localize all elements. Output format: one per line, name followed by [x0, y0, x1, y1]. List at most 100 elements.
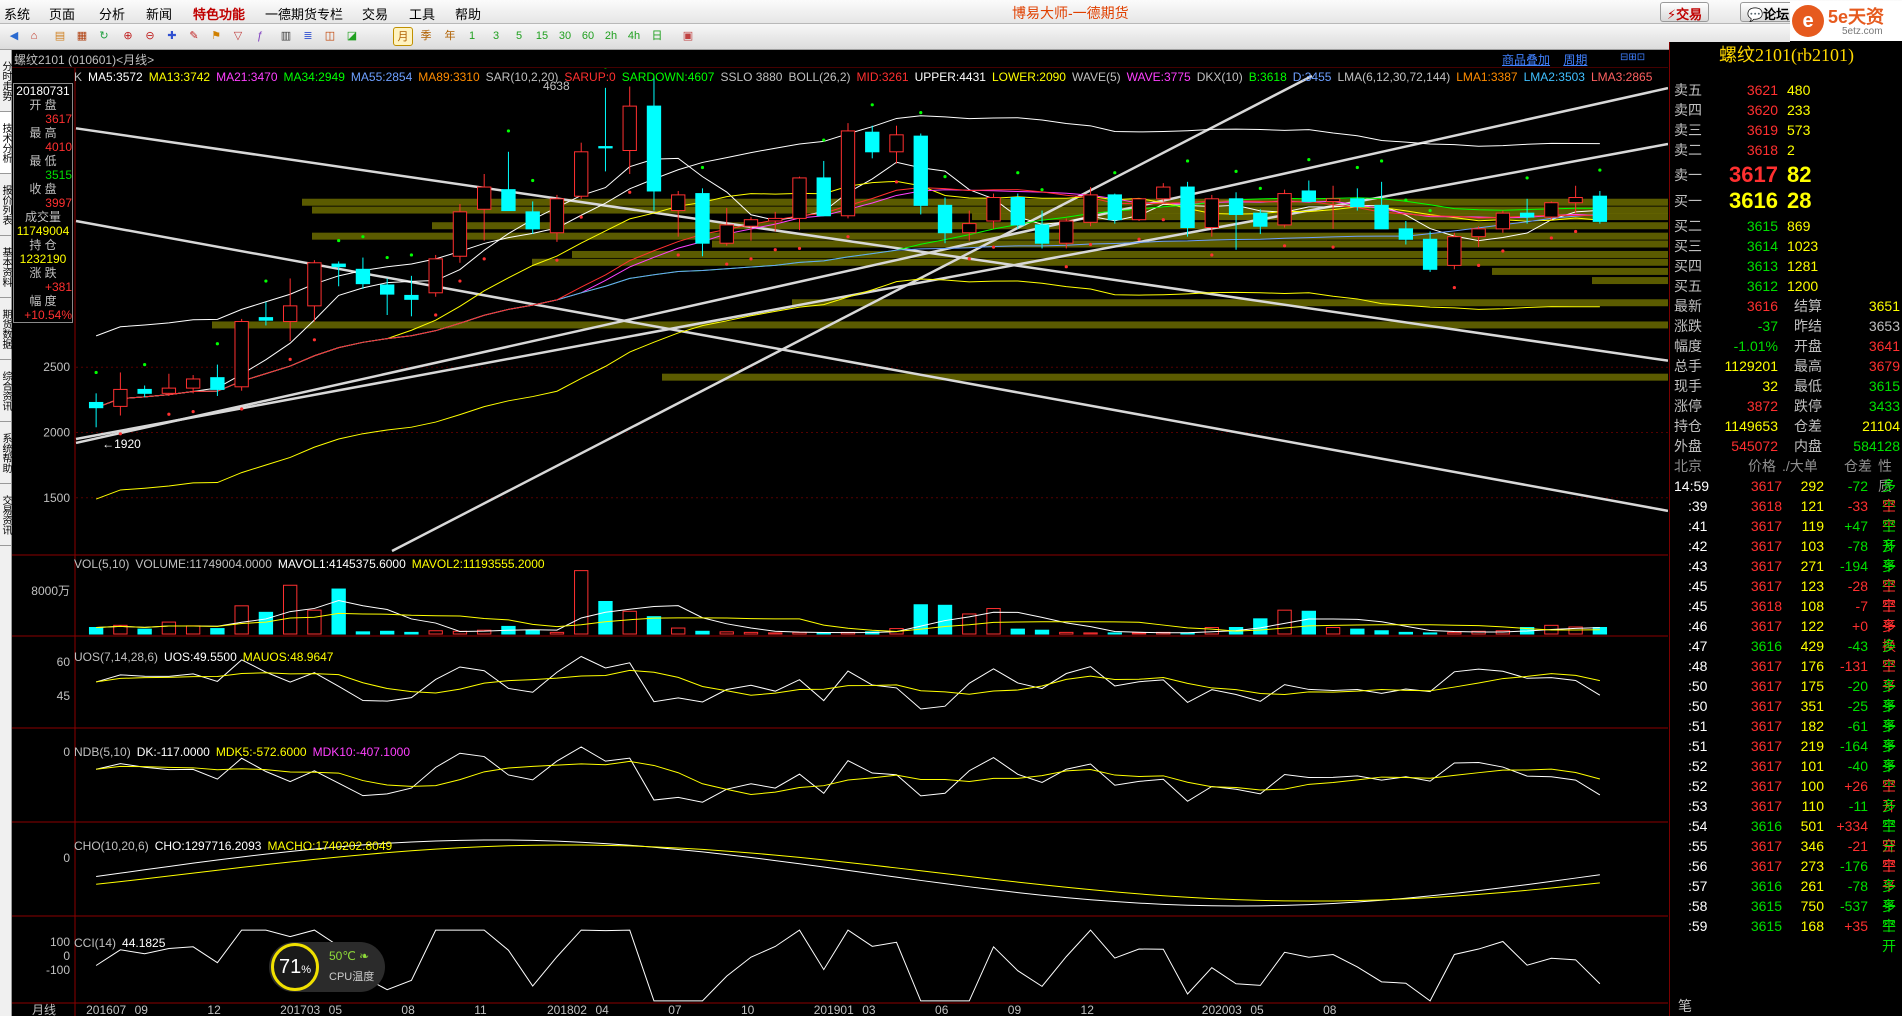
candle-body[interactable] [1156, 186, 1171, 200]
menu-special[interactable]: 特色功能 [193, 4, 245, 23]
candle-body[interactable] [1374, 204, 1389, 230]
refresh-icon[interactable]: ↻ [94, 27, 114, 46]
period-2h[interactable]: 2h [601, 27, 621, 46]
volume-bar[interactable] [1374, 630, 1389, 635]
volume-bar[interactable] [1131, 632, 1147, 635]
candle-body[interactable] [113, 388, 128, 407]
candle-body[interactable] [1083, 194, 1098, 223]
volume-bar[interactable] [88, 627, 104, 635]
volume-bar[interactable] [549, 631, 565, 635]
candle-body[interactable] [768, 217, 783, 222]
calculator-icon[interactable]: ▣ [678, 27, 698, 46]
draw-icon[interactable]: ✎ [184, 27, 204, 46]
period-month[interactable]: 月 [393, 27, 413, 46]
candle-body[interactable] [646, 105, 662, 192]
candle-body[interactable] [1350, 198, 1365, 208]
candle-body[interactable] [962, 223, 977, 234]
filter-icon[interactable]: ▽ [228, 27, 248, 46]
cpu-gauge-widget[interactable]: 71% 50℃ ❧ CPU温度 [269, 942, 385, 992]
volume-bar[interactable] [1350, 628, 1365, 635]
candle-body[interactable] [404, 294, 419, 300]
candle-body[interactable] [380, 284, 395, 295]
volume-bar[interactable] [137, 628, 152, 635]
candle-body[interactable] [792, 177, 807, 219]
candle-body[interactable] [913, 135, 928, 206]
candle-body[interactable] [1301, 190, 1316, 202]
volume-bar[interactable] [646, 616, 662, 635]
volume-bar[interactable] [1398, 631, 1414, 635]
candle-body[interactable] [840, 130, 856, 217]
volume-bar[interactable] [331, 588, 346, 635]
chart-area[interactable]: 2500 2000 1500 4638 ←1920 8000万 60 45 0 0 100 0 -100… [12, 68, 1668, 1016]
candle-body[interactable] [695, 193, 710, 244]
volume-bar[interactable] [1059, 631, 1074, 635]
kline-chart-svg[interactable]: 2500200015004638←19208000万6045001000-100… [12, 68, 1668, 1016]
back-icon[interactable]: ◀ [4, 27, 24, 46]
menu-tools[interactable]: 工具 [409, 4, 435, 23]
candle-body[interactable] [452, 211, 468, 257]
period-60m[interactable]: 60 [578, 27, 598, 46]
goods-overlay-link[interactable]: 商品叠加 [1502, 53, 1550, 67]
candle-body[interactable] [889, 134, 904, 153]
candle-body[interactable] [549, 198, 565, 234]
volume-bar[interactable] [210, 628, 225, 635]
period-3m[interactable]: 3 [486, 27, 506, 46]
period-30m[interactable]: 30 [555, 27, 575, 46]
candle-body[interactable] [574, 151, 589, 197]
candle-body[interactable] [865, 131, 880, 153]
volume-bar[interactable] [404, 631, 419, 635]
menu-help[interactable]: 帮助 [455, 4, 481, 23]
tick-icon[interactable]: ◫ [320, 27, 340, 46]
volume-bar[interactable] [719, 631, 734, 635]
volume-bar[interactable] [1034, 629, 1050, 635]
left-tab-fundamentals[interactable]: 基本资料 [0, 236, 11, 298]
candle-body[interactable] [137, 388, 152, 394]
volume-bar[interactable] [185, 625, 201, 635]
candle-body[interactable] [1471, 228, 1486, 238]
candle-body[interactable] [1107, 194, 1122, 221]
candle-body[interactable] [501, 189, 516, 212]
volume-bar[interactable] [282, 584, 298, 635]
folder-icon[interactable]: ▤ [50, 27, 70, 46]
volume-bar[interactable] [1592, 627, 1608, 635]
candle-body[interactable] [1034, 224, 1050, 244]
candle-body[interactable] [1204, 198, 1219, 229]
candle-body[interactable] [185, 378, 201, 389]
left-tab-quotes[interactable]: 报价列表 [0, 174, 11, 236]
candle-body[interactable] [1131, 198, 1147, 221]
candle-body[interactable] [1059, 220, 1074, 244]
volume-bar[interactable] [258, 611, 274, 635]
left-tab-futures-data[interactable]: 期货数据 [0, 298, 11, 360]
menu-news[interactable]: 新闻 [146, 4, 172, 23]
candle-body[interactable] [1592, 195, 1608, 222]
candle-body[interactable] [1447, 236, 1462, 266]
volume-bar[interactable] [1253, 618, 1268, 635]
candle-body[interactable] [477, 186, 492, 210]
menu-analysis[interactable]: 分析 [99, 4, 125, 23]
min-chart-icon[interactable]: ◪ [342, 27, 362, 46]
candle-body[interactable] [258, 317, 274, 321]
volume-bar[interactable] [307, 609, 322, 635]
menu-yide-column[interactable]: 一德期货专栏 [265, 4, 343, 23]
volume-bar[interactable] [380, 630, 395, 635]
candle-body[interactable] [282, 305, 298, 323]
left-tab-trade-news[interactable]: 交易资讯 [0, 484, 11, 546]
period-15m[interactable]: 15 [532, 27, 552, 46]
period-day[interactable]: 日 [647, 27, 667, 46]
volume-bar[interactable] [234, 605, 249, 635]
volume-bar[interactable] [816, 632, 831, 635]
volume-bar[interactable] [1107, 632, 1122, 635]
candle-body[interactable] [937, 204, 953, 234]
period-4h[interactable]: 4h [624, 27, 644, 46]
candle-body[interactable] [1398, 228, 1414, 240]
volume-bar[interactable] [355, 631, 371, 635]
volume-bar[interactable] [598, 601, 613, 635]
candle-body[interactable] [234, 321, 249, 388]
left-tab-news[interactable]: 综合资讯 [0, 360, 11, 422]
candle-body[interactable] [1180, 186, 1195, 229]
candle-body[interactable] [428, 258, 443, 294]
menu-page[interactable]: 页面 [49, 4, 75, 23]
candle-body[interactable] [719, 224, 734, 244]
candle-body[interactable] [986, 197, 1001, 222]
candle-body[interactable] [525, 211, 540, 230]
